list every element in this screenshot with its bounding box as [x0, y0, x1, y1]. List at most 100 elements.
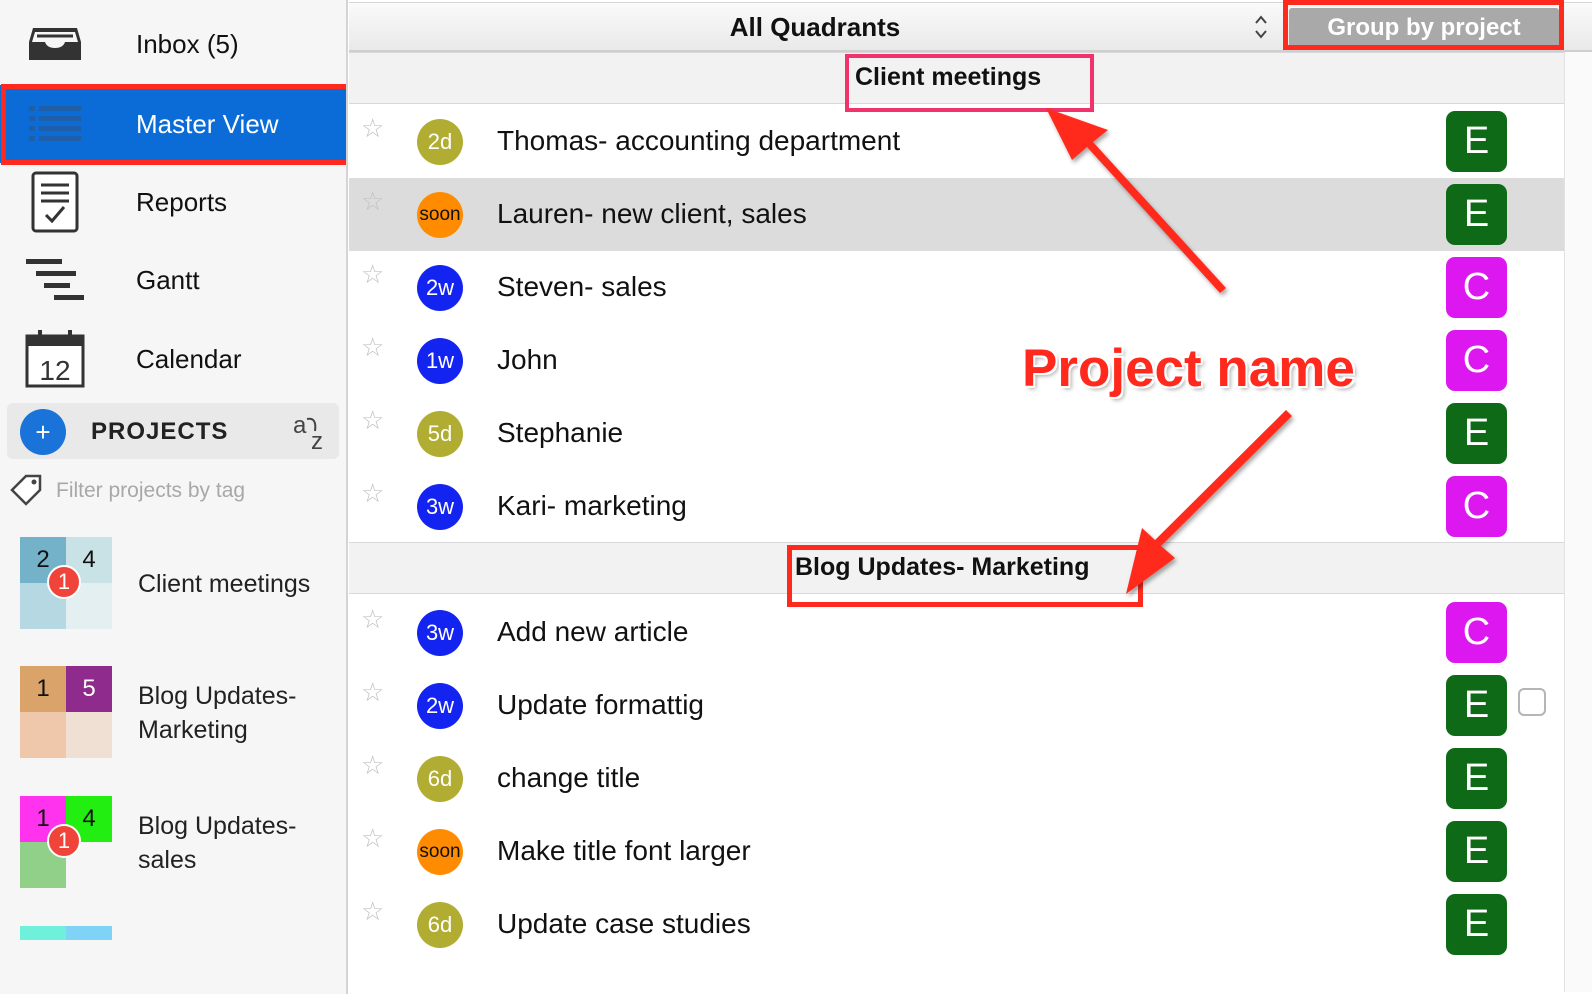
nav-item-reports[interactable]: Reports	[0, 163, 346, 241]
task-title[interactable]: change title	[497, 762, 640, 794]
nav-label-inbox: Inbox (5)	[136, 28, 239, 59]
nav-item-inbox[interactable]: Inbox (5)	[0, 5, 346, 83]
due-badge: 5d	[417, 411, 463, 457]
task-title[interactable]: John	[497, 344, 558, 376]
project-item-partial[interactable]	[20, 926, 112, 940]
task-row[interactable]: ☆ 6d change title E	[349, 742, 1564, 815]
task-title[interactable]: Update formattig	[497, 689, 704, 721]
task-row[interactable]: ☆ 6d Update case studies E	[349, 888, 1564, 961]
quadrant-tag[interactable]: C	[1446, 602, 1507, 663]
due-badge: 1w	[417, 338, 463, 384]
sidebar: Inbox (5) Master View Reports Gantt 12 C…	[0, 0, 348, 994]
quadrant-tag[interactable]: E	[1446, 403, 1507, 464]
due-badge: soon	[417, 829, 463, 875]
gantt-icon	[22, 247, 88, 313]
overdue-badge: 1	[47, 565, 81, 599]
task-title[interactable]: Stephanie	[497, 417, 623, 449]
star-icon[interactable]: ☆	[361, 332, 384, 363]
quadrant-tag[interactable]: C	[1446, 257, 1507, 318]
project-name: Client meetings	[138, 570, 311, 598]
quadrant-count: 1	[20, 666, 66, 712]
task-row[interactable]: ☆ 3w Kari- marketing C	[349, 470, 1564, 543]
quadrant-tag[interactable]: E	[1446, 894, 1507, 955]
nav-item-master-view[interactable]: Master View	[0, 85, 346, 163]
quadrant-count: 5	[66, 666, 112, 712]
task-row[interactable]: ☆ 1w John C	[349, 324, 1564, 397]
overdue-badge: 1	[47, 824, 81, 858]
scrollbar[interactable]	[1564, 52, 1592, 992]
project-item-blog-updates-marketing[interactable]: 1 5 Blog Updates- Marketing	[20, 666, 340, 762]
nav-label-gantt: Gantt	[136, 264, 200, 295]
complete-checkbox[interactable]	[1518, 688, 1546, 716]
filter-projects-input[interactable]	[56, 474, 336, 508]
task-title[interactable]: Add new article	[497, 616, 688, 648]
due-badge: 2w	[417, 265, 463, 311]
due-badge: soon	[417, 192, 463, 238]
star-icon[interactable]: ☆	[361, 604, 384, 635]
quadrant-tag[interactable]: E	[1446, 111, 1507, 172]
task-title[interactable]: Update case studies	[497, 908, 751, 940]
due-badge: 3w	[417, 610, 463, 656]
due-badge: 2d	[417, 119, 463, 165]
calendar-icon: 12	[22, 326, 88, 392]
star-icon[interactable]: ☆	[361, 896, 384, 927]
task-row[interactable]: ☆ soon Make title font larger E	[349, 815, 1564, 888]
calendar-icon-day: 12	[39, 355, 70, 386]
task-title[interactable]: Lauren- new client, sales	[497, 198, 807, 230]
nav-label-calendar: Calendar	[136, 343, 242, 374]
quadrant-tag[interactable]: C	[1446, 330, 1507, 391]
projects-title: PROJECTS	[91, 418, 229, 445]
nav-label-master-view: Master View	[136, 108, 279, 139]
star-icon[interactable]: ☆	[361, 113, 384, 144]
project-name: Blog Updates- Marketing	[138, 682, 297, 744]
group-title: Blog Updates- Marketing	[795, 553, 1090, 581]
chevron-up-down-icon	[1251, 13, 1271, 42]
task-row[interactable]: ☆ soon Lauren- new client, sales E	[349, 178, 1564, 251]
sort-alphabetical-icon[interactable]: a z	[291, 409, 331, 455]
quadrant-count	[20, 712, 66, 758]
tag-icon	[8, 472, 44, 513]
task-row[interactable]: ☆ 5d Stephanie E	[349, 397, 1564, 470]
nav-label-reports: Reports	[136, 186, 228, 217]
nav-item-calendar[interactable]: 12 Calendar	[0, 320, 346, 398]
task-row[interactable]: ☆ 2d Thomas- accounting department E	[349, 105, 1564, 178]
main-panel: All Quadrants Group by project Client me…	[349, 0, 1592, 994]
quadrant-tag[interactable]: E	[1446, 821, 1507, 882]
star-icon[interactable]: ☆	[361, 677, 384, 708]
task-title[interactable]: Thomas- accounting department	[497, 125, 900, 157]
star-icon[interactable]: ☆	[361, 823, 384, 854]
quadrant-tag[interactable]: E	[1446, 748, 1507, 809]
task-title[interactable]: Steven- sales	[497, 271, 667, 303]
add-project-button[interactable]: +	[20, 409, 66, 455]
star-icon[interactable]: ☆	[361, 478, 384, 509]
project-item-client-meetings[interactable]: 2 4 1 Client meetings	[20, 537, 340, 633]
due-badge: 6d	[417, 756, 463, 802]
nav-item-gantt[interactable]: Gantt	[0, 241, 346, 319]
group-by-project-button[interactable]: Group by project	[1289, 8, 1559, 48]
quadrant-select[interactable]: All Quadrants	[349, 3, 1281, 51]
group-header-client-meetings: Client meetings	[349, 52, 1564, 104]
task-title[interactable]: Kari- marketing	[497, 490, 687, 522]
svg-text:z: z	[311, 428, 323, 453]
star-icon[interactable]: ☆	[361, 750, 384, 781]
project-tag-filter	[6, 470, 342, 512]
task-row[interactable]: ☆ 2w Update formattig E	[349, 669, 1564, 742]
task-row[interactable]: ☆ 3w Add new article C	[349, 596, 1564, 669]
star-icon[interactable]: ☆	[361, 259, 384, 290]
quadrant-tag[interactable]: E	[1446, 675, 1507, 736]
quadrant-tag[interactable]: E	[1446, 184, 1507, 245]
group-title: Client meetings	[855, 63, 1042, 91]
group-header-blog-updates-marketing: Blog Updates- Marketing	[349, 542, 1564, 594]
quadrant-count	[66, 712, 112, 758]
project-name: Blog Updates- sales	[138, 812, 297, 874]
star-icon[interactable]: ☆	[361, 405, 384, 436]
projects-header: + PROJECTS a z	[7, 403, 339, 459]
due-badge: 2w	[417, 683, 463, 729]
due-badge: 6d	[417, 902, 463, 948]
list-icon	[22, 91, 88, 157]
project-item-blog-updates-sales[interactable]: 1 4 1 Blog Updates- sales	[20, 796, 340, 892]
quadrant-tag[interactable]: C	[1446, 476, 1507, 537]
task-row[interactable]: ☆ 2w Steven- sales C	[349, 251, 1564, 324]
star-icon[interactable]: ☆	[361, 186, 384, 217]
task-title[interactable]: Make title font larger	[497, 835, 751, 867]
